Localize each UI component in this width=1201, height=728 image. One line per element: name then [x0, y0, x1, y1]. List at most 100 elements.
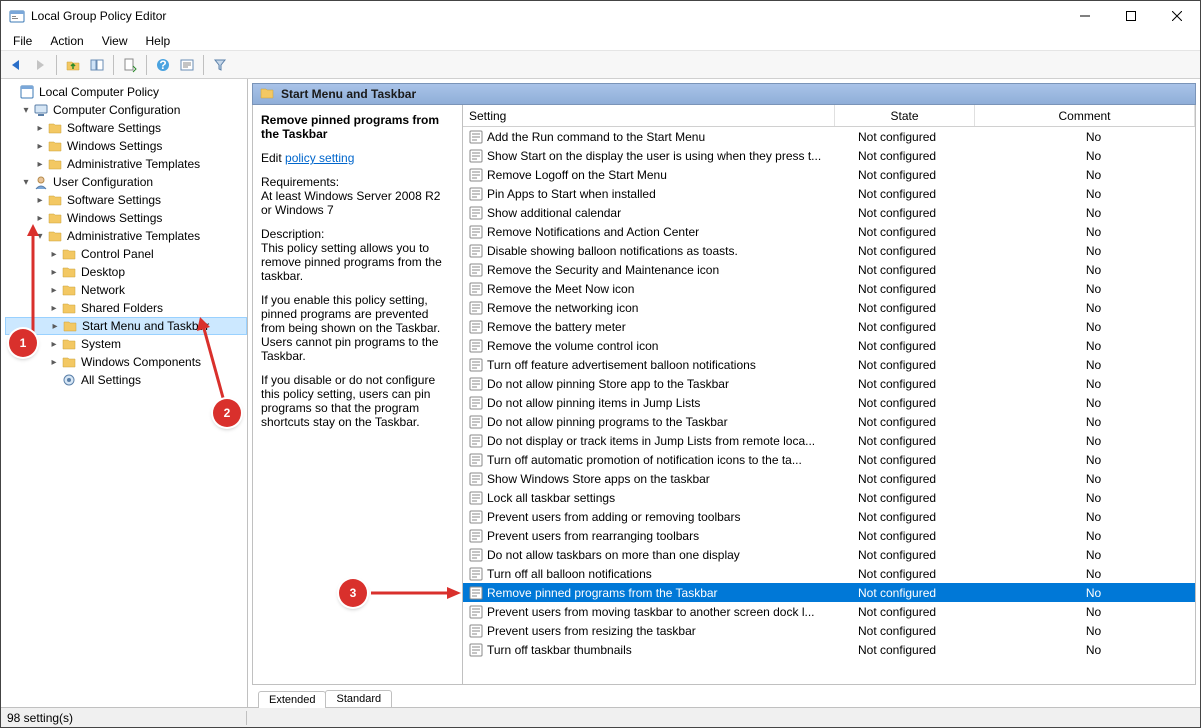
cell-setting: Remove the volume control icon — [463, 339, 852, 353]
view-tabs: Extended Standard — [252, 685, 1196, 707]
back-button[interactable] — [5, 54, 27, 76]
cell-state: Not configured — [852, 282, 992, 296]
list-row[interactable]: Do not allow pinning Store app to the Ta… — [463, 374, 1195, 393]
chevron-down-icon[interactable] — [19, 177, 33, 188]
chevron-right-icon[interactable] — [33, 159, 47, 170]
list-row[interactable]: Turn off all balloon notificationsNot co… — [463, 564, 1195, 583]
tree-item[interactable]: Windows Settings — [5, 209, 247, 227]
list-row[interactable]: Show Windows Store apps on the taskbarNo… — [463, 469, 1195, 488]
list-row[interactable]: Remove the volume control iconNot config… — [463, 336, 1195, 355]
list-row[interactable]: Remove pinned programs from the TaskbarN… — [463, 583, 1195, 602]
chevron-right-icon[interactable] — [47, 303, 61, 314]
statusbar: 98 setting(s) — [1, 707, 1200, 727]
tree-pane[interactable]: Local Computer Policy Computer Configura… — [1, 79, 248, 707]
list-body[interactable]: Add the Run command to the Start MenuNot… — [463, 127, 1195, 684]
list-row[interactable]: Turn off feature advertisement balloon n… — [463, 355, 1195, 374]
export-button[interactable] — [119, 54, 141, 76]
policy-item-icon — [469, 168, 483, 182]
col-state[interactable]: State — [835, 105, 975, 126]
list-row[interactable]: Pin Apps to Start when installedNot conf… — [463, 184, 1195, 203]
col-comment[interactable]: Comment — [975, 105, 1195, 126]
edit-policy-link[interactable]: policy setting — [285, 151, 354, 165]
policy-item-icon — [469, 510, 483, 524]
tree-item[interactable]: Shared Folders — [5, 299, 247, 317]
up-button[interactable] — [62, 54, 84, 76]
minimize-button[interactable] — [1062, 1, 1108, 31]
list-row[interactable]: Do not allow taskbars on more than one d… — [463, 545, 1195, 564]
folder-icon — [47, 156, 63, 172]
list-row[interactable]: Prevent users from moving taskbar to ano… — [463, 602, 1195, 621]
tab-standard[interactable]: Standard — [325, 690, 392, 707]
cell-state: Not configured — [852, 339, 992, 353]
cell-state: Not configured — [852, 244, 992, 258]
chevron-right-icon[interactable] — [47, 249, 61, 260]
menu-action[interactable]: Action — [42, 32, 91, 50]
list-row[interactable]: Remove the networking iconNot configured… — [463, 298, 1195, 317]
policy-item-icon — [469, 187, 483, 201]
chevron-icon[interactable] — [33, 213, 47, 224]
tree-item[interactable]: Software Settings — [5, 119, 247, 137]
tree-item[interactable]: Control Panel — [5, 245, 247, 263]
chevron-down-icon[interactable] — [19, 105, 33, 116]
policy-item-icon — [469, 586, 483, 600]
tree-computer-config[interactable]: Computer Configuration — [5, 101, 247, 119]
menu-view[interactable]: View — [94, 32, 136, 50]
list-row[interactable]: Turn off taskbar thumbnailsNot configure… — [463, 640, 1195, 659]
list-row[interactable]: Show additional calendarNot configuredNo — [463, 203, 1195, 222]
tree-root[interactable]: Local Computer Policy — [5, 83, 247, 101]
properties-button[interactable] — [176, 54, 198, 76]
tree-item[interactable]: System — [5, 335, 247, 353]
chevron-right-icon[interactable] — [47, 357, 61, 368]
chevron-right-icon[interactable] — [47, 339, 61, 350]
tree-item[interactable]: Software Settings — [5, 191, 247, 209]
tree-item-selected[interactable]: Start Menu and Taskbar — [5, 317, 247, 335]
list-row[interactable]: Remove the Security and Maintenance icon… — [463, 260, 1195, 279]
col-setting[interactable]: Setting — [463, 105, 835, 126]
list-row[interactable]: Remove the battery meterNot configuredNo — [463, 317, 1195, 336]
list-row[interactable]: Remove Notifications and Action CenterNo… — [463, 222, 1195, 241]
tree-item[interactable]: Administrative Templates — [5, 227, 247, 245]
tree-user-config[interactable]: User Configuration — [5, 173, 247, 191]
forward-button[interactable] — [29, 54, 51, 76]
tree-item[interactable]: Desktop — [5, 263, 247, 281]
policy-item-icon — [469, 491, 483, 505]
list-row[interactable]: Prevent users from rearranging toolbarsN… — [463, 526, 1195, 545]
list-row[interactable]: Prevent users from resizing the taskbarN… — [463, 621, 1195, 640]
filter-button[interactable] — [209, 54, 231, 76]
menu-file[interactable]: File — [5, 32, 40, 50]
chevron-right-icon[interactable] — [47, 285, 61, 296]
tree-item[interactable]: Windows Components — [5, 353, 247, 371]
cell-state: Not configured — [852, 130, 992, 144]
tree-item[interactable]: Windows Settings — [5, 137, 247, 155]
tree-item[interactable]: Network — [5, 281, 247, 299]
tree-item[interactable]: Administrative Templates — [5, 155, 247, 173]
list-row[interactable]: Remove the Meet Now iconNot configuredNo — [463, 279, 1195, 298]
policy-item-icon — [469, 396, 483, 410]
list-row[interactable]: Show Start on the display the user is us… — [463, 146, 1195, 165]
cell-setting: Show Start on the display the user is us… — [463, 149, 852, 163]
list-row[interactable]: Do not allow pinning items in Jump Lists… — [463, 393, 1195, 412]
policy-icon — [19, 84, 35, 100]
list-row[interactable]: Add the Run command to the Start MenuNot… — [463, 127, 1195, 146]
chevron-right-icon[interactable] — [47, 267, 61, 278]
chevron-right-icon[interactable] — [48, 321, 62, 332]
menu-help[interactable]: Help — [138, 32, 179, 50]
list-row[interactable]: Disable showing balloon notifications as… — [463, 241, 1195, 260]
chevron-icon[interactable] — [33, 231, 47, 242]
list-row[interactable]: Prevent users from adding or removing to… — [463, 507, 1195, 526]
close-button[interactable] — [1154, 1, 1200, 31]
chevron-right-icon[interactable] — [33, 123, 47, 134]
help-button[interactable]: ? — [152, 54, 174, 76]
chevron-right-icon[interactable] — [33, 141, 47, 152]
maximize-button[interactable] — [1108, 1, 1154, 31]
cell-comment: No — [992, 586, 1195, 600]
show-hide-tree-button[interactable] — [86, 54, 108, 76]
chevron-icon[interactable] — [33, 195, 47, 206]
tab-extended[interactable]: Extended — [258, 691, 326, 708]
list-row[interactable]: Remove Logoff on the Start MenuNot confi… — [463, 165, 1195, 184]
list-row[interactable]: Do not display or track items in Jump Li… — [463, 431, 1195, 450]
list-row[interactable]: Turn off automatic promotion of notifica… — [463, 450, 1195, 469]
tree-item[interactable]: All Settings — [5, 371, 247, 389]
list-row[interactable]: Lock all taskbar settingsNot configuredN… — [463, 488, 1195, 507]
list-row[interactable]: Do not allow pinning programs to the Tas… — [463, 412, 1195, 431]
